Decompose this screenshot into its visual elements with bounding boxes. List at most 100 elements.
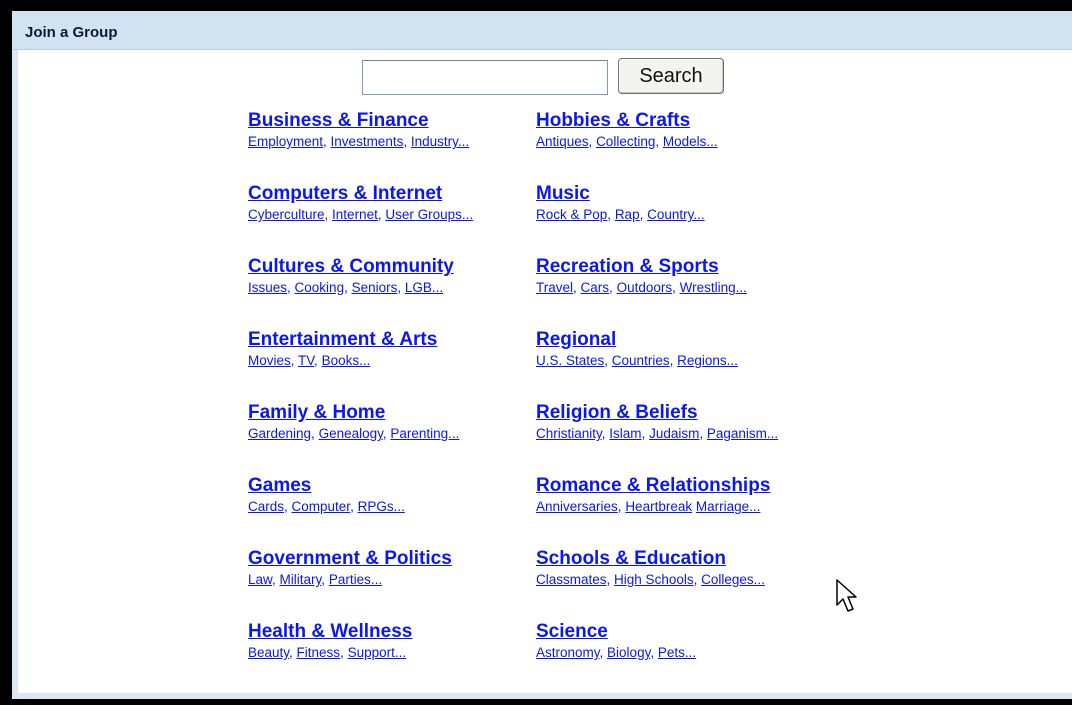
subcategory-link[interactable]: Marriage...: [696, 499, 761, 514]
subcategory-separator: ,: [669, 353, 678, 368]
category-title-link[interactable]: Religion & Beliefs: [536, 402, 826, 424]
category-title-link[interactable]: Regional: [536, 329, 826, 351]
category-title-link[interactable]: Computers & Internet: [248, 183, 538, 205]
subcategory-link[interactable]: Anniversaries: [536, 499, 618, 514]
category-4: Cultures & Community Issues, Cooking, Sen…: [248, 256, 538, 296]
category-title-link[interactable]: Family & Home: [248, 402, 538, 424]
subcategory-separator: ,: [403, 134, 411, 149]
subcategory-link[interactable]: Investments: [331, 134, 404, 149]
subcategory-link[interactable]: Colleges...: [701, 572, 765, 587]
subcategory-link[interactable]: Christianity: [536, 426, 602, 441]
subcategory-link[interactable]: Wrestling...: [680, 280, 747, 295]
subcategory-separator: ,: [607, 207, 615, 222]
subcategory-link[interactable]: Parenting...: [390, 426, 459, 441]
subcategory-link[interactable]: Travel: [536, 280, 573, 295]
category-title-link[interactable]: Recreation & Sports: [536, 256, 826, 278]
subcategory-link[interactable]: Beauty: [248, 645, 289, 660]
subcategory-link[interactable]: Outdoors: [617, 280, 673, 295]
subcategory-list: Movies, TV, Books...: [248, 353, 538, 369]
category-title-link[interactable]: Music: [536, 183, 826, 205]
category-title-link[interactable]: Business & Finance: [248, 110, 538, 132]
subcategory-link[interactable]: RPGs...: [358, 499, 405, 514]
subcategory-link[interactable]: Industry...: [411, 134, 469, 149]
panel-title: Join a Group: [25, 24, 118, 41]
subcategory-separator: ,: [699, 426, 707, 441]
subcategory-link[interactable]: Fitness: [297, 645, 341, 660]
subcategory-separator: ,: [650, 645, 658, 660]
subcategory-separator: ,: [655, 134, 663, 149]
subcategory-link[interactable]: Countries: [612, 353, 670, 368]
category-0: Business & Finance Employment, Investment…: [248, 110, 538, 150]
subcategory-link[interactable]: Issues: [248, 280, 287, 295]
subcategory-separator: ,: [693, 572, 702, 587]
subcategory-separator: ,: [324, 207, 333, 222]
subcategory-link[interactable]: Cars: [581, 280, 610, 295]
search-input[interactable]: [362, 60, 608, 95]
subcategory-link[interactable]: Pets...: [658, 645, 696, 660]
category-2: Computers & Internet Cyberculture, Intern…: [248, 183, 538, 223]
subcategory-separator: ,: [321, 572, 329, 587]
category-9: Religion & Beliefs Christianity, Islam, J…: [536, 402, 826, 442]
category-title-link[interactable]: Schools & Education: [536, 548, 826, 570]
subcategory-link[interactable]: Employment: [248, 134, 323, 149]
subcategory-list: Classmates, High Schools, Colleges...: [536, 572, 826, 588]
subcategory-link[interactable]: Parties...: [329, 572, 382, 587]
subcategory-link[interactable]: Rap: [615, 207, 640, 222]
subcategory-link[interactable]: TV: [298, 353, 314, 368]
subcategory-link[interactable]: Collecting: [596, 134, 655, 149]
subcategory-link[interactable]: Gardening: [248, 426, 311, 441]
subcategory-separator: ,: [314, 353, 322, 368]
subcategory-separator: ,: [639, 207, 648, 222]
subcategory-separator: ,: [397, 280, 405, 295]
subcategory-link[interactable]: User Groups...: [385, 207, 473, 222]
category-10: Games Cards, Computer, RPGs...: [248, 475, 538, 515]
subcategory-link[interactable]: Cyberculture: [248, 207, 325, 222]
subcategory-link[interactable]: Genealogy: [319, 426, 383, 441]
panel-titlebar: Join a Group: [12, 11, 1072, 50]
subcategory-link[interactable]: Cards: [248, 499, 284, 514]
category-title-link[interactable]: Hobbies & Crafts: [536, 110, 826, 132]
subcategory-separator: ,: [272, 572, 280, 587]
subcategory-list: Antiques, Collecting, Models...: [536, 134, 826, 150]
subcategory-link[interactable]: Law: [248, 572, 272, 587]
subcategory-link[interactable]: Military: [280, 572, 322, 587]
mouse-pointer-icon: [836, 579, 857, 612]
subcategory-link[interactable]: Books...: [322, 353, 371, 368]
subcategory-link[interactable]: Country...: [647, 207, 705, 222]
subcategory-link[interactable]: Heartbreak: [625, 499, 692, 514]
subcategory-link[interactable]: LGB...: [405, 280, 443, 295]
search-button[interactable]: Search: [618, 58, 724, 94]
category-title-link[interactable]: Cultures & Community: [248, 256, 538, 278]
subcategory-link[interactable]: Antiques: [536, 134, 589, 149]
category-title-link[interactable]: Government & Politics: [248, 548, 538, 570]
category-title-link[interactable]: Romance & Relationships: [536, 475, 826, 497]
category-6: Entertainment & Arts Movies, TV, Books...: [248, 329, 538, 369]
category-title-link[interactable]: Games: [248, 475, 538, 497]
subcategory-separator: ,: [641, 426, 650, 441]
subcategory-link[interactable]: Support...: [348, 645, 407, 660]
subcategory-link[interactable]: Rock & Pop: [536, 207, 607, 222]
subcategory-link[interactable]: Judaism: [649, 426, 699, 441]
category-title-link[interactable]: Health & Wellness: [248, 621, 538, 643]
subcategory-link[interactable]: Computer: [292, 499, 351, 514]
category-14: Health & Wellness Beauty, Fitness, Suppor…: [248, 621, 538, 661]
subcategory-separator: ,: [340, 645, 348, 660]
subcategory-list: Cyberculture, Internet, User Groups...: [248, 207, 538, 223]
subcategory-link[interactable]: Movies: [248, 353, 291, 368]
subcategory-link[interactable]: Seniors: [352, 280, 398, 295]
subcategory-list: Christianity, Islam, Judaism, Paganism..…: [536, 426, 826, 442]
subcategory-link[interactable]: Internet: [332, 207, 378, 222]
subcategory-link[interactable]: High Schools: [614, 572, 694, 587]
subcategory-list: Gardening, Genealogy, Parenting...: [248, 426, 538, 442]
subcategory-link[interactable]: Paganism...: [707, 426, 778, 441]
subcategory-link[interactable]: Regions...: [677, 353, 738, 368]
category-title-link[interactable]: Entertainment & Arts: [248, 329, 538, 351]
subcategory-link[interactable]: Models...: [663, 134, 718, 149]
subcategory-link[interactable]: Cooking: [295, 280, 345, 295]
subcategory-link[interactable]: Astronomy: [536, 645, 600, 660]
subcategory-link[interactable]: Classmates: [536, 572, 607, 587]
subcategory-link[interactable]: U.S. States: [536, 353, 604, 368]
subcategory-link[interactable]: Biology: [607, 645, 650, 660]
subcategory-link[interactable]: Islam: [609, 426, 641, 441]
category-title-link[interactable]: Science: [536, 621, 826, 643]
